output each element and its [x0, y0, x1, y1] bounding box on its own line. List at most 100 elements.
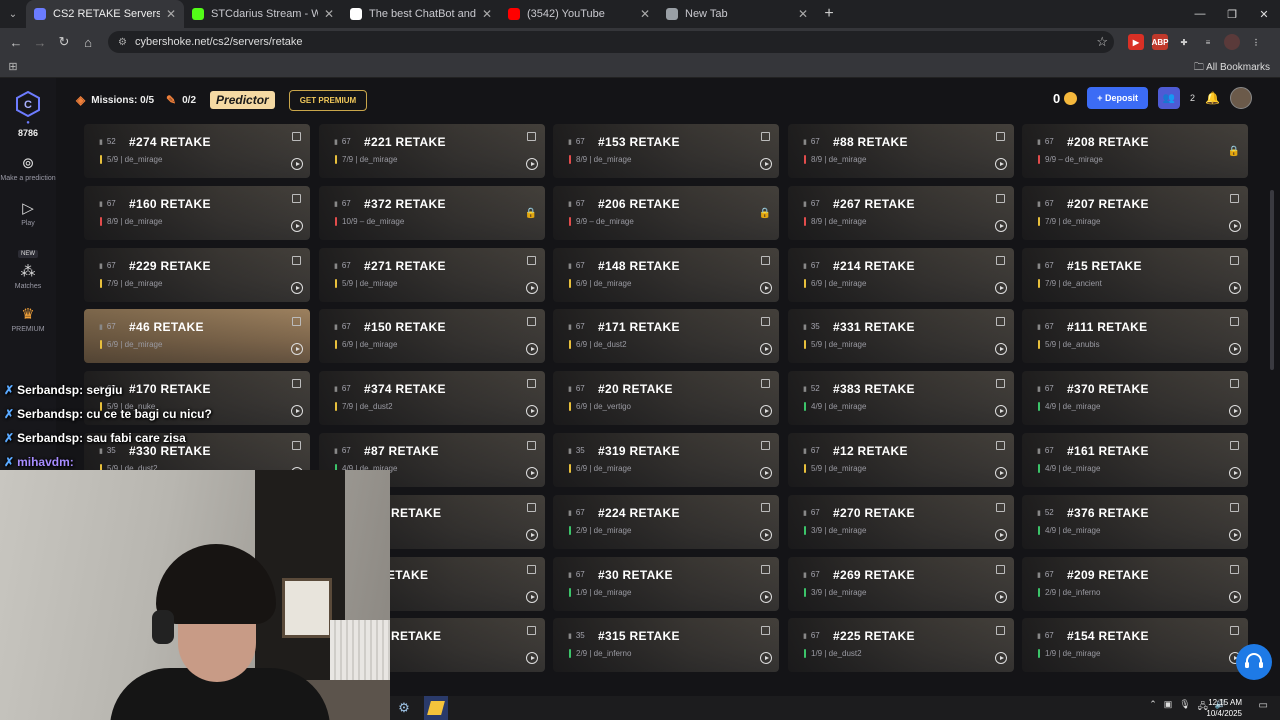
forward-icon[interactable]: → — [28, 28, 52, 56]
server-card[interactable]: 67 #88 RETAKE 8/9 | de_mirage — [788, 124, 1014, 178]
server-card[interactable]: 52 #376 RETAKE 4/9 | de_mirage — [1022, 495, 1248, 549]
server-card[interactable]: 67 #160 RETAKE 8/9 | de_mirage — [84, 186, 310, 240]
server-card[interactable]: 67 #370 RETAKE 4/9 | de_mirage — [1022, 371, 1248, 425]
bookmark-star-icon[interactable]: ☆ — [1096, 34, 1108, 50]
copy-ip-icon[interactable] — [996, 317, 1005, 326]
tray-app-icon[interactable]: ▣ — [1164, 699, 1173, 715]
server-card[interactable]: 67 #161 RETAKE 4/9 | de_mirage — [1022, 433, 1248, 487]
server-card[interactable]: 52 #274 RETAKE 5/9 | de_mirage — [84, 124, 310, 178]
browser-menu-icon[interactable]: ⋮ — [1248, 34, 1264, 50]
sidebar-item-play[interactable]: ▷ Play — [0, 199, 56, 228]
server-card[interactable]: 67 #271 RETAKE 5/9 | de_mirage — [319, 248, 545, 302]
copy-ip-icon[interactable] — [527, 503, 536, 512]
copy-ip-icon[interactable] — [761, 132, 770, 141]
play-server-icon[interactable] — [526, 529, 538, 541]
home-icon[interactable]: ⌂ — [76, 28, 100, 56]
server-card[interactable]: 67 #30 RETAKE 1/9 | de_mirage — [553, 557, 779, 611]
server-card[interactable]: 67 #150 RETAKE 6/9 | de_mirage — [319, 309, 545, 363]
page-scrollbar[interactable] — [1270, 190, 1274, 370]
browser-tab[interactable]: New Tab ✕ — [658, 0, 816, 28]
copy-ip-icon[interactable] — [761, 565, 770, 574]
predictor-button[interactable]: Predictor — [210, 91, 275, 109]
copy-ip-icon[interactable] — [527, 256, 536, 265]
play-server-icon[interactable] — [995, 220, 1007, 232]
deposit-button[interactable]: + Deposit — [1087, 87, 1149, 109]
play-server-icon[interactable] — [526, 343, 538, 355]
copy-ip-icon[interactable] — [761, 503, 770, 512]
server-card[interactable]: 67 #372 RETAKE 10/9 – de_mirage 🔒 — [319, 186, 545, 240]
server-card[interactable]: 67 #267 RETAKE 8/9 | de_mirage — [788, 186, 1014, 240]
server-card[interactable]: 35 #315 RETAKE 2/9 | de_inferno — [553, 618, 779, 672]
server-card[interactable]: 67 #171 RETAKE 6/9 | de_dust2 — [553, 309, 779, 363]
copy-ip-icon[interactable] — [1230, 317, 1239, 326]
app-taskbar-icon[interactable] — [424, 696, 448, 720]
copy-ip-icon[interactable] — [527, 379, 536, 388]
copy-ip-icon[interactable] — [761, 626, 770, 635]
copy-ip-icon[interactable] — [761, 317, 770, 326]
extensions-puzzle-icon[interactable]: ✚ — [1176, 34, 1192, 50]
play-server-icon[interactable] — [760, 652, 772, 664]
server-card[interactable]: 67 #46 RETAKE 6/9 | de_mirage — [84, 309, 310, 363]
copy-ip-icon[interactable] — [761, 256, 770, 265]
site-info-icon[interactable]: ⚙ — [118, 37, 127, 48]
browser-tab[interactable]: (3542) YouTube ✕ — [500, 0, 658, 28]
play-server-icon[interactable] — [291, 343, 303, 355]
copy-ip-icon[interactable] — [292, 132, 301, 141]
play-server-icon[interactable] — [995, 591, 1007, 603]
server-card[interactable]: 67 #148 RETAKE 6/9 | de_mirage — [553, 248, 779, 302]
taskbar-clock[interactable]: 12:15 AM 10/4/2025 — [1206, 697, 1242, 719]
server-card[interactable]: 35 #331 RETAKE 5/9 | de_mirage — [788, 309, 1014, 363]
copy-ip-icon[interactable] — [996, 194, 1005, 203]
minimize-icon[interactable]: — — [1184, 0, 1216, 28]
server-card[interactable]: 67 #225 RETAKE 1/9 | de_dust2 — [788, 618, 1014, 672]
play-server-icon[interactable] — [291, 158, 303, 170]
play-server-icon[interactable] — [760, 467, 772, 479]
steam-taskbar-icon[interactable]: ⚙ — [392, 696, 416, 720]
copy-ip-icon[interactable] — [1230, 441, 1239, 450]
server-card[interactable]: 67 #209 RETAKE 2/9 | de_inferno — [1022, 557, 1248, 611]
server-card[interactable]: 67 #12 RETAKE 5/9 | de_mirage — [788, 433, 1014, 487]
sidebar-item-matches[interactable]: NEW ⁂ Matches — [0, 242, 56, 291]
server-card[interactable]: 67 #374 RETAKE 7/9 | de_dust2 — [319, 371, 545, 425]
server-card[interactable]: 67 #207 RETAKE 7/9 | de_mirage — [1022, 186, 1248, 240]
play-server-icon[interactable] — [760, 405, 772, 417]
server-card[interactable]: 67 #214 RETAKE 6/9 | de_mirage — [788, 248, 1014, 302]
copy-ip-icon[interactable] — [996, 565, 1005, 574]
copy-ip-icon[interactable] — [996, 256, 1005, 265]
tab-search-icon[interactable]: ⌄ — [0, 0, 26, 28]
play-server-icon[interactable] — [1229, 467, 1241, 479]
notification-bell-icon[interactable]: 🔔 — [1205, 91, 1220, 105]
media-icon[interactable]: ≡ — [1200, 34, 1216, 50]
play-server-icon[interactable] — [760, 343, 772, 355]
play-server-icon[interactable] — [526, 467, 538, 479]
friends-icon[interactable]: 👥 — [1158, 87, 1181, 109]
copy-ip-icon[interactable] — [527, 565, 536, 574]
play-server-icon[interactable] — [995, 467, 1007, 479]
server-card[interactable]: 67 #269 RETAKE 3/9 | de_mirage — [788, 557, 1014, 611]
play-server-icon[interactable] — [526, 652, 538, 664]
copy-ip-icon[interactable] — [527, 132, 536, 141]
browser-tab[interactable]: CS2 RETAKE Servers – CYBERSH ✕ — [26, 0, 184, 28]
play-server-icon[interactable] — [1229, 343, 1241, 355]
copy-ip-icon[interactable] — [1230, 379, 1239, 388]
server-card[interactable]: 52 #383 RETAKE 4/9 | de_mirage — [788, 371, 1014, 425]
copy-ip-icon[interactable] — [996, 132, 1005, 141]
play-server-icon[interactable] — [1229, 220, 1241, 232]
support-chat-button[interactable] — [1236, 644, 1272, 680]
copy-ip-icon[interactable] — [1230, 565, 1239, 574]
copy-ip-icon[interactable] — [527, 317, 536, 326]
extension-red-icon[interactable]: ▶ — [1128, 34, 1144, 50]
notification-center-icon[interactable]: ▭ — [1259, 700, 1268, 711]
copy-ip-icon[interactable] — [761, 441, 770, 450]
reload-icon[interactable]: ↻ — [52, 28, 76, 56]
play-server-icon[interactable] — [995, 343, 1007, 355]
copy-ip-icon[interactable] — [996, 379, 1005, 388]
play-server-icon[interactable] — [760, 529, 772, 541]
server-card[interactable]: 67 #154 RETAKE 1/9 | de_mirage — [1022, 618, 1248, 672]
browser-tab[interactable]: STCdarius Stream - Watch Live ✕ — [184, 0, 342, 28]
new-tab-button[interactable]: + — [816, 5, 842, 23]
server-card[interactable]: 67 #153 RETAKE 8/9 | de_mirage — [553, 124, 779, 178]
tab-close-icon[interactable]: ✕ — [324, 7, 334, 21]
play-server-icon[interactable] — [526, 405, 538, 417]
play-server-icon[interactable] — [760, 591, 772, 603]
